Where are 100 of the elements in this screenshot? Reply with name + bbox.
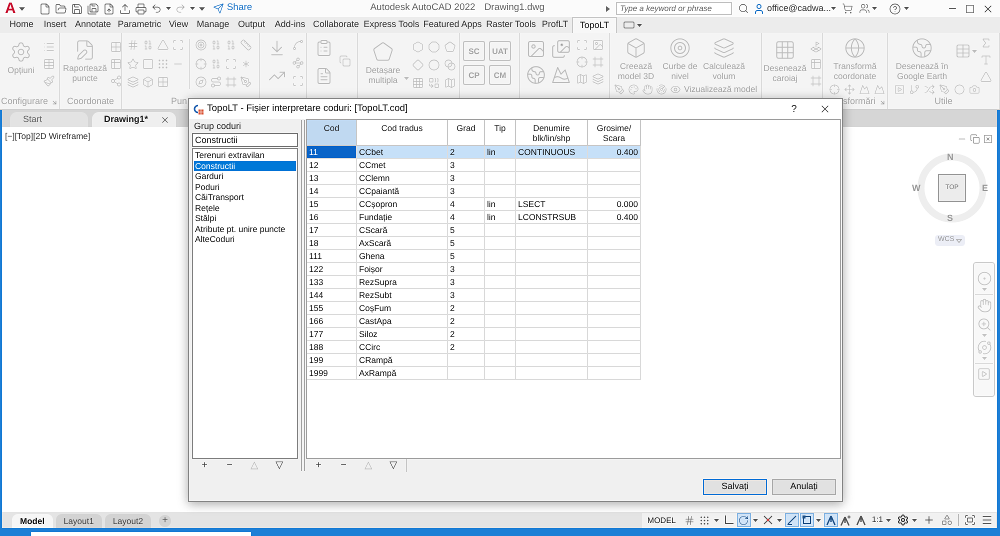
document-icon[interactable] <box>38 2 51 14</box>
list-item[interactable]: CăiTransport <box>194 192 296 202</box>
list-item[interactable]: Terenuri extravilan <box>194 150 296 160</box>
close-icon[interactable] <box>819 103 831 115</box>
plus-icon[interactable] <box>923 514 935 526</box>
table-row[interactable]: 166 CastApa 2 <box>307 315 641 328</box>
cart-icon[interactable] <box>842 3 853 14</box>
document-upload-icon[interactable] <box>102 2 115 14</box>
list-tool-button[interactable]: ▽ <box>267 459 292 472</box>
column-header[interactable]: Cod tradus <box>357 120 448 146</box>
layout-tab[interactable]: Layout1 <box>56 514 102 528</box>
play-box-icon[interactable] <box>977 367 991 381</box>
list-item[interactable]: Garduri <box>194 171 296 182</box>
list-item[interactable]: AlteCoduri <box>194 234 296 244</box>
annotation-scale-button[interactable]: 1:1 <box>872 514 883 526</box>
search-icon[interactable] <box>738 3 749 14</box>
table-row[interactable]: 177 Siloz 2 <box>307 328 641 341</box>
dialog-button[interactable]: Salvați <box>703 478 767 494</box>
caret-icon[interactable] <box>904 7 909 10</box>
zoom-icon[interactable] <box>976 317 992 332</box>
printer-icon[interactable] <box>134 2 147 14</box>
ribbon-tab[interactable]: Raster Tools <box>484 17 538 33</box>
ribbon-tab[interactable]: Add-ins <box>270 17 310 33</box>
dialog-button[interactable]: Anulați <box>772 478 836 494</box>
ribbon-tab[interactable]: View <box>164 17 193 33</box>
caret-icon[interactable] <box>912 518 917 522</box>
app-logo[interactable]: A <box>5 1 16 16</box>
ribbon-tab[interactable]: TopoLT <box>572 17 617 33</box>
viewport-control[interactable]: [2D Wireframe] <box>33 131 90 141</box>
shapes-icon[interactable] <box>941 514 953 526</box>
ribbon-tab[interactable]: Home <box>4 17 39 33</box>
list-tool-button[interactable]: − <box>217 459 242 472</box>
table-row[interactable]: 12 CCmet 3 <box>307 159 641 172</box>
table-row[interactable]: 188 CCirc 2 <box>307 341 641 354</box>
caret-icon[interactable] <box>886 518 891 522</box>
ribbon-tab[interactable]: Manage <box>193 17 233 33</box>
ribbon-tab[interactable]: Express Tools <box>362 17 421 33</box>
table-row[interactable]: 17 CScară 5 <box>307 224 641 237</box>
folder-icon[interactable] <box>54 2 67 14</box>
table-row[interactable]: 16 Fundație 4 lin LCONSTRSUB 0.400 <box>307 211 641 224</box>
ribbon-tab[interactable]: Output <box>233 17 270 33</box>
layout-tab[interactable]: Model <box>12 514 53 528</box>
rectangle-icon[interactable] <box>623 19 635 31</box>
table-row[interactable]: 111 Ghena 5 <box>307 250 641 263</box>
viewport-control[interactable]: [−] <box>5 131 15 141</box>
table-row[interactable]: 15 CCșopron 4 lin LSECT 0.000 <box>307 198 641 211</box>
table-row[interactable]: 122 Foișor 3 <box>307 263 641 276</box>
viewport-control[interactable]: [Top] <box>14 131 34 141</box>
column-header[interactable]: Denumire blk/lin/shp <box>516 120 588 146</box>
model-space-button[interactable]: MODEL <box>644 514 679 526</box>
caret-icon[interactable] <box>18 6 25 10</box>
list-item[interactable]: Atribute pt. unire puncte <box>194 224 296 234</box>
table-row[interactable]: 14 CCpaiantă 3 <box>307 185 641 198</box>
list-item[interactable]: Constructii <box>194 160 296 171</box>
list-item[interactable]: Poduri <box>194 182 296 192</box>
user-name[interactable]: office@cadwa... <box>766 2 831 16</box>
caret-icon[interactable] <box>776 518 782 522</box>
table-row[interactable]: 133 RezSupra 3 <box>307 276 641 289</box>
expand-triangle-icon[interactable] <box>606 6 610 12</box>
floppy-disks-icon[interactable] <box>86 2 99 14</box>
list-tool-button[interactable]: ▽ <box>381 459 406 472</box>
ribbon-tab[interactable]: Collaborate <box>310 17 362 33</box>
caret-icon[interactable] <box>166 7 171 10</box>
ribbon-tab[interactable]: Parametric <box>115 17 164 33</box>
fullscreen-icon[interactable] <box>964 514 976 526</box>
column-header[interactable]: Grosime/ Scara <box>588 120 641 146</box>
close-icon[interactable] <box>160 114 170 124</box>
table-row[interactable]: 144 RezSubt 3 <box>307 289 641 302</box>
add-layout-button[interactable]: + <box>159 515 172 527</box>
ribbon-tab[interactable]: Insert <box>39 17 71 33</box>
caret-icon[interactable] <box>752 518 758 522</box>
caret-icon[interactable] <box>637 24 642 26</box>
hand-icon[interactable] <box>976 298 992 313</box>
group-field[interactable]: Constructii <box>192 133 298 147</box>
table-row[interactable]: 1999 AxRampă <box>307 367 641 380</box>
upload-icon[interactable] <box>118 2 131 14</box>
maximize-icon[interactable] <box>965 4 975 14</box>
search-field[interactable]: Type a keyword or phrase <box>616 2 732 15</box>
table-row[interactable]: 18 AxScară 5 <box>307 237 641 250</box>
undo-icon[interactable] <box>150 3 162 14</box>
table-row[interactable]: 199 CRampă <box>307 354 641 367</box>
paper-plane-icon[interactable] <box>212 3 224 14</box>
list-tool-button[interactable]: − <box>331 459 356 472</box>
list-tool-button[interactable]: + <box>192 459 217 472</box>
wheel-icon[interactable] <box>976 271 992 286</box>
column-header[interactable]: Cod <box>307 120 357 146</box>
table-row[interactable]: 155 CoșFum 2 <box>307 302 641 315</box>
caret-icon[interactable] <box>816 518 821 522</box>
list-item[interactable]: Stâlpi <box>194 213 296 224</box>
layout-tab[interactable]: Layout2 <box>104 514 152 528</box>
menu-icon[interactable] <box>981 514 993 526</box>
table-row[interactable]: 11 CCbet 2 lin CONTINUOUS 0.400 <box>307 146 641 159</box>
orbit-icon[interactable] <box>976 340 992 355</box>
ribbon-tab[interactable]: ProfLT <box>538 17 572 33</box>
gear-icon[interactable] <box>897 514 909 526</box>
document-tab[interactable]: Drawing1* <box>92 112 176 127</box>
caret-icon[interactable] <box>872 7 877 10</box>
caret-icon[interactable] <box>831 7 836 10</box>
ribbon-tab[interactable]: Annotate <box>71 17 115 33</box>
list-tool-button[interactable]: + <box>306 459 331 472</box>
